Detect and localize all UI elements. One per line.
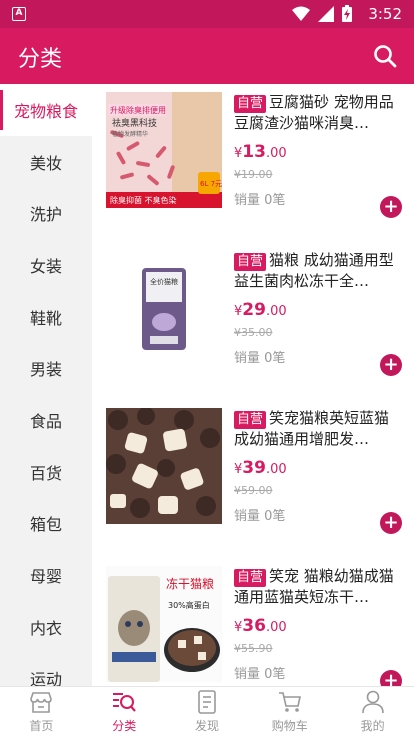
sales-count: 销量 0笔 xyxy=(234,351,286,366)
category-label: 宠物粮食 xyxy=(13,101,78,121)
category-item-baby[interactable]: 母婴 xyxy=(0,549,92,601)
category-item-womens-wear[interactable]: 女装 xyxy=(0,239,92,291)
original-price: ¥59.00 xyxy=(234,484,273,497)
tab-home[interactable]: 首页 xyxy=(0,687,83,736)
battery-icon xyxy=(342,5,352,22)
signal-icon xyxy=(318,5,334,22)
category-item-wash-care[interactable]: 洗护 xyxy=(0,187,92,239)
original-price: ¥19.00 xyxy=(234,168,273,181)
product-name: 自营 猫粮 成幼猫通用型益生菌肉松冻干全… xyxy=(234,250,402,290)
image-text: 升级除臭排便用 xyxy=(110,105,166,115)
image-text: 全价猫粮 xyxy=(150,277,178,286)
category-item-shoes[interactable]: 鞋靴 xyxy=(0,291,92,343)
store-icon xyxy=(30,692,53,713)
page-title: 分类 xyxy=(18,47,63,72)
document-icon xyxy=(198,690,216,714)
product-info: 自营 笑宠 猫粮幼猫成猫通用蓝猫英短冻干… ¥36.00 ¥55.90 销量 0笔 xyxy=(234,566,402,682)
self-operated-badge: 自营 xyxy=(234,569,267,587)
category-label: 食品 xyxy=(29,411,62,431)
category-label: 运动 xyxy=(29,670,62,686)
category-search-icon xyxy=(113,693,137,712)
category-label: 百货 xyxy=(29,463,62,483)
product-price: ¥36.00 xyxy=(234,616,287,636)
product-image-cat-food-bag: 全价猫粮 xyxy=(106,250,222,366)
category-item-pet-food[interactable]: 宠物粮食 xyxy=(0,84,92,136)
category-item-sports[interactable]: 运动 xyxy=(0,653,92,686)
category-label: 箱包 xyxy=(29,515,62,535)
category-item-general[interactable]: 百货 xyxy=(0,446,92,498)
tab-discover[interactable]: 发现 xyxy=(166,687,249,736)
sales-count: 销量 0笔 xyxy=(234,193,286,208)
product-item[interactable]: 全价猫粮 自营 猫粮 成幼猫通用型益生菌肉松冻干全… ¥29.00 ¥35.00 … xyxy=(92,242,414,400)
image-text: 6L 7元 xyxy=(200,180,222,188)
category-label: 内衣 xyxy=(29,618,62,638)
category-item-underwear[interactable]: 内衣 xyxy=(0,601,92,653)
category-label: 鞋靴 xyxy=(29,308,62,328)
tab-cart[interactable]: 购物车 xyxy=(248,687,331,736)
original-price: ¥55.90 xyxy=(234,642,273,655)
tab-label: 发现 xyxy=(194,719,219,733)
category-item-mens-wear[interactable]: 男装 xyxy=(0,342,92,394)
add-to-cart-button[interactable]: + xyxy=(380,512,402,534)
bottom-tab-bar: 首页 分类 发现 购物车 我的 xyxy=(0,686,414,736)
category-label: 男装 xyxy=(29,360,62,380)
tab-label: 分类 xyxy=(112,719,137,733)
product-name: 自营 笑宠猫粮英短蓝猫成幼猫通用增肥发… xyxy=(234,408,402,448)
cart-icon xyxy=(278,692,301,712)
status-bar: A 3:52 xyxy=(0,0,414,28)
user-icon xyxy=(361,690,384,714)
image-text: 冻干猫粮 xyxy=(166,576,214,591)
clock: 3:52 xyxy=(368,5,402,23)
image-text: 祛臭黑科技 xyxy=(112,117,157,129)
original-price: ¥35.00 xyxy=(234,326,273,339)
add-to-cart-button[interactable]: + xyxy=(380,670,402,686)
sales-count: 销量 0笔 xyxy=(234,667,286,682)
product-name: 自营 豆腐猫砂 宠物用品豆腐渣沙猫咪消臭… xyxy=(234,92,402,132)
add-to-cart-button[interactable]: + xyxy=(380,196,402,218)
notification-app-icon: A xyxy=(12,7,26,21)
product-price: ¥29.00 xyxy=(234,300,287,320)
product-image-kibble xyxy=(106,408,222,524)
wifi-icon xyxy=(292,6,310,21)
add-to-cart-button[interactable]: + xyxy=(380,354,402,376)
category-label: 女装 xyxy=(29,256,62,276)
category-item-food[interactable]: 食品 xyxy=(0,394,92,446)
product-info: 自营 猫粮 成幼猫通用型益生菌肉松冻干全… ¥29.00 ¥35.00 销量 0笔 xyxy=(234,250,402,366)
tab-label: 购物车 xyxy=(271,719,308,733)
product-list: 升级除臭排便用 祛臭黑科技 植物发酵精华 除臭抑菌 不臭色染 6L 7元 自营豆… xyxy=(92,84,414,686)
category-sidebar: 宠物粮食 美妆 洗护 女装 鞋靴 男装 食品 百货 箱包 母婴 内衣 运动 xyxy=(0,84,92,686)
product-item[interactable]: 升级除臭排便用 祛臭黑科技 植物发酵精华 除臭抑菌 不臭色染 6L 7元 自营豆… xyxy=(92,84,414,242)
app-bar: 分类 xyxy=(0,28,414,84)
self-operated-badge: 自营 xyxy=(234,411,267,429)
tab-category[interactable]: 分类 xyxy=(83,687,166,736)
product-info: 自营 笑宠猫粮英短蓝猫成幼猫通用增肥发… ¥39.00 ¥59.00 销量 0笔 xyxy=(234,408,402,524)
product-item[interactable]: 自营 笑宠猫粮英短蓝猫成幼猫通用增肥发… ¥39.00 ¥59.00 销量 0笔 … xyxy=(92,400,414,558)
status-icons xyxy=(292,5,352,22)
sales-count: 销量 0笔 xyxy=(234,509,286,524)
tab-label: 首页 xyxy=(29,719,54,733)
category-label: 母婴 xyxy=(29,567,62,587)
tab-label: 我的 xyxy=(360,719,385,733)
category-item-bags[interactable]: 箱包 xyxy=(0,498,92,550)
image-text: 除臭抑菌 不臭色染 xyxy=(110,195,177,205)
product-item[interactable]: 冻干猫粮 30%高蛋白 自营 笑宠 猫粮幼猫成猫通用蓝猫英短冻干… ¥36.00 … xyxy=(92,558,414,686)
category-label: 美妆 xyxy=(29,153,62,173)
self-operated-badge: 自营 xyxy=(234,95,267,113)
product-image-cat-litter: 升级除臭排便用 祛臭黑科技 植物发酵精华 除臭抑菌 不臭色染 6L 7元 xyxy=(106,92,222,208)
tab-profile[interactable]: 我的 xyxy=(331,687,414,736)
image-text: 植物发酵精华 xyxy=(112,130,148,138)
image-text: 30%高蛋白 xyxy=(168,600,210,610)
product-info: 自营 豆腐猫砂 宠物用品豆腐渣沙猫咪消臭… ¥13.00 ¥19.00 销量 0笔 xyxy=(234,92,402,208)
product-name: 自营 笑宠 猫粮幼猫成猫通用蓝猫英短冻干… xyxy=(234,566,402,606)
category-label: 洗护 xyxy=(29,205,62,225)
product-price: ¥13.00 xyxy=(234,142,287,162)
product-image-freeze-dried-food: 冻干猫粮 30%高蛋白 xyxy=(106,566,222,682)
category-item-beauty[interactable]: 美妆 xyxy=(0,136,92,188)
search-icon[interactable] xyxy=(372,43,398,69)
product-price: ¥39.00 xyxy=(234,458,287,478)
self-operated-badge: 自营 xyxy=(234,253,267,271)
